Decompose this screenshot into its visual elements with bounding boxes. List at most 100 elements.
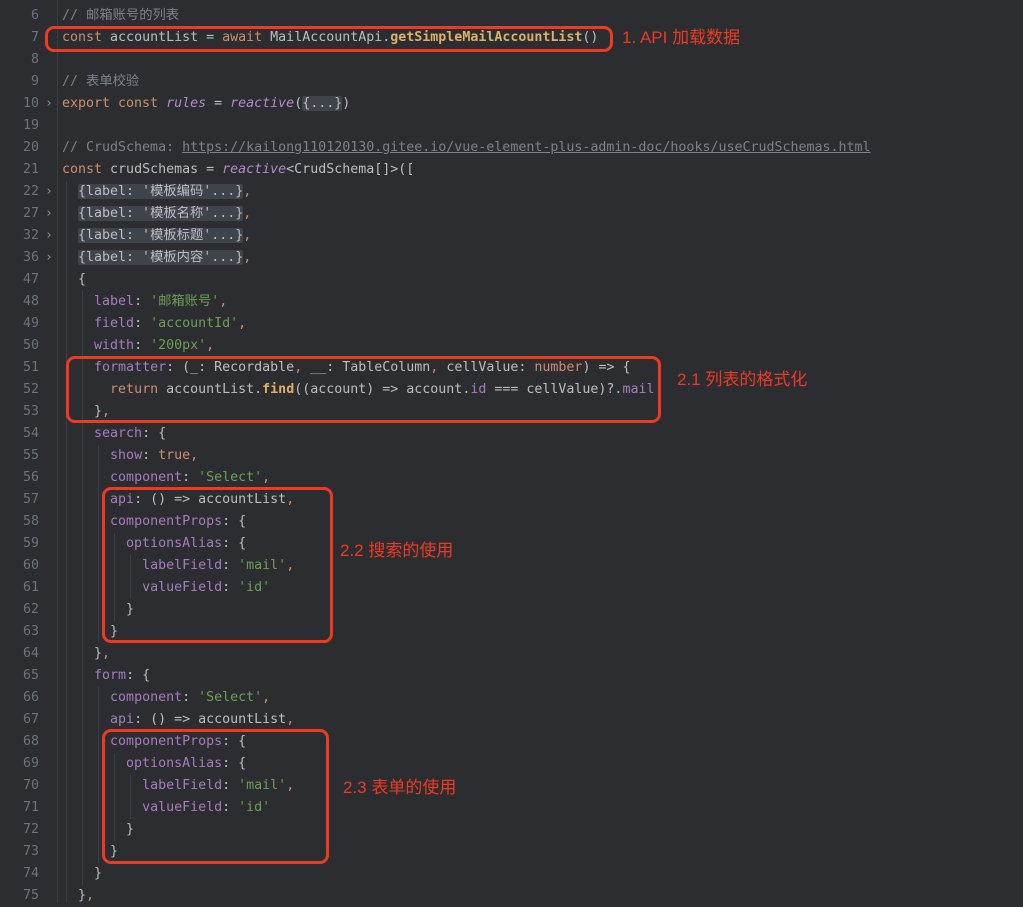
- code-token: getSimpleMailAccountList: [390, 30, 582, 45]
- folded-region-placeholder[interactable]: {label: '模板编码'...}: [78, 184, 243, 199]
- fold-chevron-icon[interactable]: ›: [39, 203, 62, 225]
- code-line[interactable]: 32› {label: '模板标题'...},: [0, 225, 1023, 247]
- code-token: ,: [86, 888, 94, 903]
- code-line[interactable]: 9// 表单校验: [0, 71, 1023, 93]
- code-line[interactable]: 66 component: 'Select',: [0, 687, 1023, 709]
- folded-region-placeholder[interactable]: {label: '模板名称'...}: [78, 206, 243, 221]
- code-line[interactable]: 50 width: '200px',: [0, 335, 1023, 357]
- code-token: : {: [222, 756, 246, 771]
- code-line[interactable]: 52 return accountList.find((account) => …: [0, 379, 1023, 401]
- line-number: 71: [0, 797, 39, 819]
- code-text: },: [62, 404, 110, 419]
- folded-region-placeholder[interactable]: {...}: [302, 96, 342, 111]
- code-line[interactable]: 72 }: [0, 819, 1023, 841]
- code-token: 'id': [238, 800, 270, 815]
- code-line[interactable]: 6// 邮箱账号的列表: [0, 5, 1023, 27]
- code-line[interactable]: 67 api: () => accountList,: [0, 709, 1023, 731]
- code-text: api: () => accountList,: [62, 492, 294, 507]
- fold-chevron-icon[interactable]: ›: [39, 181, 62, 203]
- code-token: form: [94, 668, 126, 683]
- line-number: 6: [0, 5, 39, 27]
- code-token: [62, 536, 126, 551]
- code-token: }: [62, 866, 102, 881]
- line-number: 10: [0, 93, 39, 115]
- code-text: {label: '模板名称'...},: [62, 206, 251, 221]
- code-line[interactable]: 22› {label: '模板编码'...},: [0, 181, 1023, 203]
- code-line[interactable]: 10›export const rules = reactive({...}): [0, 93, 1023, 115]
- code-token: <CrudSchema[]>([: [286, 162, 414, 177]
- code-line[interactable]: 7const accountList = await MailAccountAp…: [0, 27, 1023, 49]
- code-line[interactable]: 74 }: [0, 863, 1023, 885]
- code-token: }: [62, 822, 134, 837]
- code-token: 'id': [238, 580, 270, 595]
- code-line[interactable]: 8: [0, 49, 1023, 71]
- code-line[interactable]: 75 },: [0, 885, 1023, 907]
- code-text: field: 'accountId',: [62, 316, 246, 331]
- code-line[interactable]: 36› {label: '模板内容'...},: [0, 247, 1023, 269]
- code-line[interactable]: 55 show: true,: [0, 445, 1023, 467]
- annotation-label: 2.2 搜索的使用: [340, 540, 453, 561]
- code-line[interactable]: 70 labelField: 'mail',: [0, 775, 1023, 797]
- line-number: 21: [0, 159, 39, 181]
- code-line[interactable]: 71 valueField: 'id': [0, 797, 1023, 819]
- code-line[interactable]: 59 optionsAlias: {: [0, 533, 1023, 555]
- code-line[interactable]: 69 optionsAlias: {: [0, 753, 1023, 775]
- code-token: ,: [206, 338, 214, 353]
- code-token: ,: [286, 558, 294, 573]
- code-line[interactable]: 27› {label: '模板名称'...},: [0, 203, 1023, 225]
- code-token: ,: [243, 228, 251, 243]
- code-token: [62, 558, 142, 573]
- line-number: 19: [0, 115, 39, 137]
- code-line[interactable]: 51 formatter: (_: Recordable, __: TableC…: [0, 357, 1023, 379]
- code-line[interactable]: 65 form: {: [0, 665, 1023, 687]
- code-line[interactable]: 20// CrudSchema: https://kailong11012013…: [0, 137, 1023, 159]
- line-number: 52: [0, 379, 39, 401]
- code-token: ,: [262, 470, 270, 485]
- code-line[interactable]: 63 }: [0, 621, 1023, 643]
- code-text: component: 'Select',: [62, 690, 270, 705]
- code-line[interactable]: 49 field: 'accountId',: [0, 313, 1023, 335]
- code-token: // CrudSchema:: [62, 140, 182, 155]
- code-line[interactable]: 48 label: '邮箱账号',: [0, 291, 1023, 313]
- code-token: labelField: [142, 778, 222, 793]
- code-token: : {: [142, 426, 166, 441]
- code-line[interactable]: 60 labelField: 'mail',: [0, 555, 1023, 577]
- code-line[interactable]: 57 api: () => accountList,: [0, 489, 1023, 511]
- code-token: search: [94, 426, 142, 441]
- code-token: const: [62, 30, 110, 45]
- fold-chevron-icon[interactable]: ›: [39, 247, 62, 269]
- code-line[interactable]: 54 search: {: [0, 423, 1023, 445]
- line-number: 56: [0, 467, 39, 489]
- code-token: [62, 514, 110, 529]
- code-token: :: [134, 294, 150, 309]
- fold-chevron-icon[interactable]: ›: [39, 93, 62, 115]
- code-line[interactable]: 53 },: [0, 401, 1023, 423]
- line-number: 64: [0, 643, 39, 665]
- code-line[interactable]: 47 {: [0, 269, 1023, 291]
- code-line[interactable]: 58 componentProps: {: [0, 511, 1023, 533]
- code-text: {label: '模板标题'...},: [62, 228, 251, 243]
- code-token: [62, 184, 78, 199]
- code-token: valueField: [142, 580, 222, 595]
- code-token: ,: [102, 404, 110, 419]
- code-token: (): [582, 30, 598, 45]
- code-line[interactable]: 61 valueField: 'id': [0, 577, 1023, 599]
- code-line[interactable]: 64 },: [0, 643, 1023, 665]
- code-line[interactable]: 56 component: 'Select',: [0, 467, 1023, 489]
- code-line[interactable]: 68 componentProps: {: [0, 731, 1023, 753]
- code-token: }: [62, 646, 102, 661]
- code-line[interactable]: 19: [0, 115, 1023, 137]
- code-line[interactable]: 21const crudSchemas = reactive<CrudSchem…: [0, 159, 1023, 181]
- code-token: ) => {: [582, 360, 630, 375]
- code-line[interactable]: 62 }: [0, 599, 1023, 621]
- code-token: label: [94, 294, 134, 309]
- folded-region-placeholder[interactable]: {label: '模板标题'...}: [78, 228, 243, 243]
- line-number: 68: [0, 731, 39, 753]
- folded-region-placeholder[interactable]: {label: '模板内容'...}: [78, 250, 243, 265]
- code-token: }: [62, 404, 102, 419]
- code-text: {label: '模板内容'...},: [62, 250, 251, 265]
- code-token: return: [110, 382, 166, 397]
- code-line[interactable]: 73 }: [0, 841, 1023, 863]
- fold-chevron-icon[interactable]: ›: [39, 225, 62, 247]
- code-token: [62, 734, 110, 749]
